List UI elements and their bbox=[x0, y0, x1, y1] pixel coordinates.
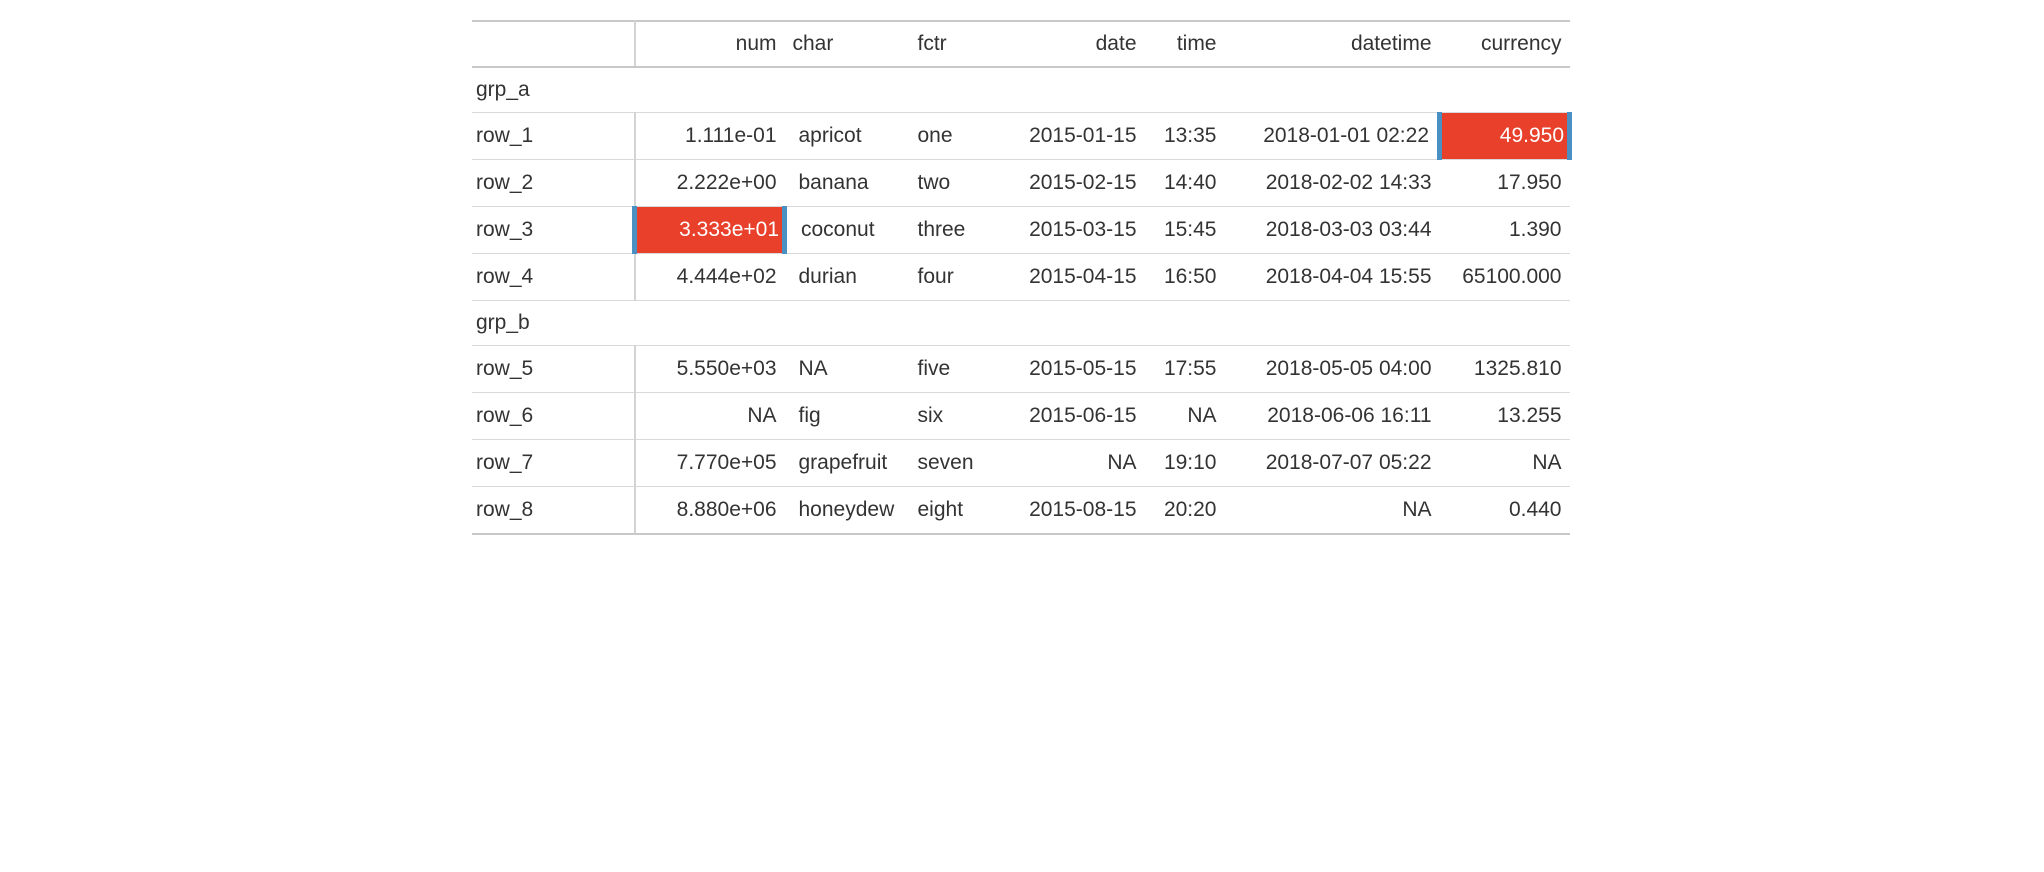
num-cell: NA bbox=[635, 393, 785, 440]
currency-cell: 1.390 bbox=[1440, 207, 1570, 254]
group-row: grp_a bbox=[472, 67, 1570, 113]
time-cell: 16:50 bbox=[1145, 254, 1225, 301]
char-cell: banana bbox=[785, 160, 910, 207]
time-cell: 20:20 bbox=[1145, 487, 1225, 535]
header-stub bbox=[472, 21, 635, 67]
header-char: char bbox=[785, 21, 910, 67]
stub-cell: row_1 bbox=[472, 113, 635, 160]
datetime-cell: 2018-03-03 03:44 bbox=[1225, 207, 1440, 254]
currency-cell: 1325.810 bbox=[1440, 346, 1570, 393]
num-cell: 3.333e+01 bbox=[635, 207, 785, 254]
stub-cell: row_5 bbox=[472, 346, 635, 393]
date-cell: 2015-05-15 bbox=[995, 346, 1145, 393]
datetime-cell: 2018-06-06 16:11 bbox=[1225, 393, 1440, 440]
table-row: row_33.333e+01coconutthree2015-03-1515:4… bbox=[472, 207, 1570, 254]
char-cell: grapefruit bbox=[785, 440, 910, 487]
header-fctr: fctr bbox=[910, 21, 995, 67]
stub-cell: row_3 bbox=[472, 207, 635, 254]
fctr-cell: one bbox=[910, 113, 995, 160]
fctr-cell: eight bbox=[910, 487, 995, 535]
date-cell: NA bbox=[995, 440, 1145, 487]
time-cell: 17:55 bbox=[1145, 346, 1225, 393]
date-cell: 2015-02-15 bbox=[995, 160, 1145, 207]
datetime-cell: 2018-07-07 05:22 bbox=[1225, 440, 1440, 487]
num-cell: 2.222e+00 bbox=[635, 160, 785, 207]
group-label: grp_a bbox=[472, 67, 1570, 113]
stub-cell: row_8 bbox=[472, 487, 635, 535]
fctr-cell: two bbox=[910, 160, 995, 207]
date-cell: 2015-08-15 bbox=[995, 487, 1145, 535]
time-cell: 19:10 bbox=[1145, 440, 1225, 487]
fctr-cell: three bbox=[910, 207, 995, 254]
stub-cell: row_6 bbox=[472, 393, 635, 440]
header-currency: currency bbox=[1440, 21, 1570, 67]
char-cell: NA bbox=[785, 346, 910, 393]
table-row: row_11.111e-01apricotone2015-01-1513:352… bbox=[472, 113, 1570, 160]
table-row: row_77.770e+05grapefruitsevenNA19:102018… bbox=[472, 440, 1570, 487]
fctr-cell: five bbox=[910, 346, 995, 393]
date-cell: 2015-06-15 bbox=[995, 393, 1145, 440]
time-cell: 13:35 bbox=[1145, 113, 1225, 160]
header-row: num char fctr date time datetime currenc… bbox=[472, 21, 1570, 67]
time-cell: 14:40 bbox=[1145, 160, 1225, 207]
char-cell: durian bbox=[785, 254, 910, 301]
table-row: row_55.550e+03NAfive2015-05-1517:552018-… bbox=[472, 346, 1570, 393]
table-row: row_6NAfigsix2015-06-15NA2018-06-06 16:1… bbox=[472, 393, 1570, 440]
date-cell: 2015-01-15 bbox=[995, 113, 1145, 160]
datetime-cell: 2018-04-04 15:55 bbox=[1225, 254, 1440, 301]
fctr-cell: six bbox=[910, 393, 995, 440]
fctr-cell: four bbox=[910, 254, 995, 301]
currency-cell: 49.950 bbox=[1440, 113, 1570, 160]
header-datetime: datetime bbox=[1225, 21, 1440, 67]
num-cell: 5.550e+03 bbox=[635, 346, 785, 393]
num-cell: 1.111e-01 bbox=[635, 113, 785, 160]
data-table: num char fctr date time datetime currenc… bbox=[472, 20, 1572, 535]
currency-cell: 13.255 bbox=[1440, 393, 1570, 440]
char-cell: fig bbox=[785, 393, 910, 440]
group-row: grp_b bbox=[472, 301, 1570, 346]
header-date: date bbox=[995, 21, 1145, 67]
num-cell: 8.880e+06 bbox=[635, 487, 785, 535]
currency-cell: 0.440 bbox=[1440, 487, 1570, 535]
num-cell: 4.444e+02 bbox=[635, 254, 785, 301]
currency-cell: NA bbox=[1440, 440, 1570, 487]
stub-cell: row_7 bbox=[472, 440, 635, 487]
stub-cell: row_4 bbox=[472, 254, 635, 301]
gt-table-container: num char fctr date time datetime currenc… bbox=[472, 20, 1572, 535]
table-row: row_88.880e+06honeydeweight2015-08-1520:… bbox=[472, 487, 1570, 535]
time-cell: NA bbox=[1145, 393, 1225, 440]
num-cell: 7.770e+05 bbox=[635, 440, 785, 487]
date-cell: 2015-03-15 bbox=[995, 207, 1145, 254]
date-cell: 2015-04-15 bbox=[995, 254, 1145, 301]
header-time: time bbox=[1145, 21, 1225, 67]
char-cell: coconut bbox=[785, 207, 910, 254]
datetime-cell: 2018-02-02 14:33 bbox=[1225, 160, 1440, 207]
datetime-cell: NA bbox=[1225, 487, 1440, 535]
header-num: num bbox=[635, 21, 785, 67]
table-row: row_22.222e+00bananatwo2015-02-1514:4020… bbox=[472, 160, 1570, 207]
currency-cell: 17.950 bbox=[1440, 160, 1570, 207]
currency-cell: 65100.000 bbox=[1440, 254, 1570, 301]
group-label: grp_b bbox=[472, 301, 1570, 346]
stub-cell: row_2 bbox=[472, 160, 635, 207]
datetime-cell: 2018-01-01 02:22 bbox=[1225, 113, 1440, 160]
fctr-cell: seven bbox=[910, 440, 995, 487]
time-cell: 15:45 bbox=[1145, 207, 1225, 254]
char-cell: apricot bbox=[785, 113, 910, 160]
datetime-cell: 2018-05-05 04:00 bbox=[1225, 346, 1440, 393]
char-cell: honeydew bbox=[785, 487, 910, 535]
table-row: row_44.444e+02durianfour2015-04-1516:502… bbox=[472, 254, 1570, 301]
